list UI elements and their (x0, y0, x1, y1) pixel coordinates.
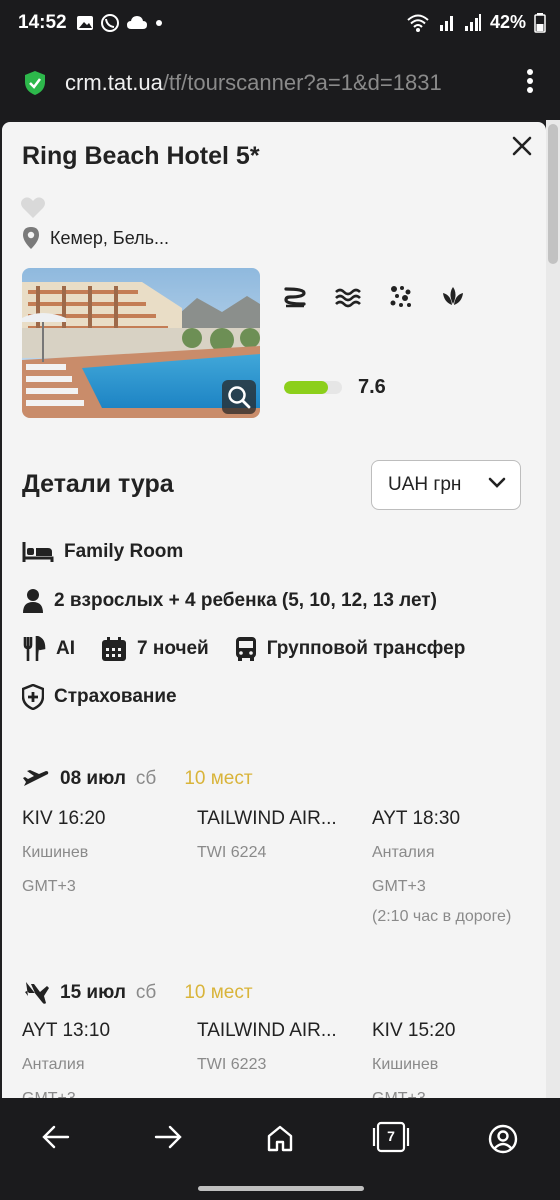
arrival-time: AYT 18:30 (372, 808, 461, 829)
zoom-button[interactable] (222, 380, 256, 414)
account-icon[interactable] (488, 1124, 518, 1154)
meal-type: AI (56, 638, 75, 659)
tabs-count: 7 (387, 1128, 395, 1144)
flight-date: 08 июл (60, 768, 126, 789)
status-time: 14:52 (18, 12, 67, 33)
url-host: crm.tat.ua (65, 70, 163, 95)
airline-name: TAILWIND AIR... (197, 1020, 337, 1041)
currency-value: UAH грн (388, 474, 462, 495)
browser-bottom-bar: 7 (0, 1098, 560, 1200)
departure-city: Кишинев (22, 844, 89, 861)
departure-time: AYT 13:10 (22, 1020, 111, 1041)
battery-icon (534, 12, 546, 33)
insurance-text: Страхование (54, 686, 177, 707)
notification-icons (76, 13, 164, 33)
secure-shield-icon[interactable] (24, 70, 46, 96)
departure-city: Анталия (22, 1056, 85, 1073)
signal-icon (464, 13, 481, 31)
nights-item: 7 ночей (101, 636, 209, 662)
dot-icon (156, 20, 162, 26)
nights-count: 7 ночей (137, 638, 209, 659)
insurance-row: Страхование (22, 684, 177, 710)
battery-percent: 42% (489, 12, 526, 32)
arrival-timezone: GMT+3 (372, 1090, 426, 1098)
more-vert-icon[interactable] (526, 68, 534, 94)
person-icon (23, 589, 43, 613)
utensils-icon (23, 636, 46, 661)
shield-plus-icon (22, 684, 44, 710)
gesture-home-indicator[interactable] (198, 1186, 364, 1191)
guests-text: 2 взрослых + 4 ребенка (5, 10, 12, 13 ле… (54, 590, 437, 611)
transfer-item: Групповой трансфер (235, 636, 466, 662)
meal-item: AI (22, 636, 75, 662)
bus-icon (235, 637, 256, 661)
gallery-icon (77, 16, 93, 30)
cloud-icon (127, 16, 147, 29)
back-arrow-icon[interactable] (42, 1124, 70, 1150)
tabs-button[interactable]: 7 (372, 1120, 410, 1154)
tour-features-row: AI 7 ночей Групповой трансфер (22, 636, 465, 662)
room-type: Family Room (64, 541, 184, 562)
room-row: Family Room (22, 540, 183, 564)
calendar-icon (102, 637, 126, 661)
arrival-time: KIV 15:20 (372, 1020, 456, 1041)
hotel-modal: Ring Beach Hotel 5* Кемер, Бель... 7.6 Д… (2, 122, 546, 1098)
flight-seats: 10 мест (184, 768, 253, 789)
departure-timezone: GMT+3 (22, 1090, 76, 1098)
plane-departure-icon (23, 770, 49, 786)
flight-outbound-header: 08 июл сб 10 мест (22, 768, 253, 790)
favorite-heart-icon[interactable] (20, 196, 46, 220)
forward-arrow-icon[interactable] (154, 1124, 182, 1150)
flight-duration: (2:10 час в дороге) (372, 908, 512, 925)
waterslide-icon (284, 287, 306, 308)
currency-select[interactable]: UAH грн (371, 460, 521, 510)
signal-r-icon (439, 15, 453, 31)
departure-time: KIV 16:20 (22, 808, 106, 829)
chevron-down-icon (488, 477, 506, 488)
hotel-photo[interactable] (22, 268, 260, 418)
airline-name: TAILWIND AIR... (197, 808, 337, 829)
rating-value: 7.6 (358, 376, 386, 398)
search-icon (228, 386, 251, 409)
close-icon[interactable] (508, 132, 536, 160)
arrival-city: Кишинев (372, 1056, 439, 1073)
status-bar: 14:52 42% (0, 0, 560, 50)
arrival-city: Анталия (372, 844, 435, 861)
browser-url-bar[interactable]: crm.tat.ua/tf/tourscanner?a=1&d=1831 (0, 50, 560, 120)
guests-row: 2 взрослых + 4 ребенка (5, 10, 12, 13 ле… (22, 588, 437, 614)
scrollbar-thumb[interactable] (548, 124, 558, 264)
transfer-type: Групповой трансфер (266, 638, 466, 659)
hotel-location: Кемер, Бель... (22, 226, 169, 250)
departure-timezone: GMT+3 (22, 878, 76, 895)
flight-weekday: сб (135, 982, 157, 1003)
wifi-icon (407, 14, 429, 32)
tour-details-title: Детали тура (22, 470, 174, 498)
lotus-icon (443, 287, 463, 305)
page-scrollbar[interactable] (546, 120, 560, 1098)
url-path: /tf/tourscanner?a=1&d=1831 (162, 70, 442, 95)
bed-icon (22, 542, 54, 562)
map-pin-icon (23, 227, 39, 249)
flight-return-header: 15 июл сб 10 мест (22, 980, 253, 1006)
page-viewport: Ring Beach Hotel 5* Кемер, Бель... 7.6 Д… (0, 120, 560, 1098)
hotel-rating: 7.6 (284, 376, 386, 399)
bubbles-icon (390, 286, 411, 307)
amenities-list (282, 284, 466, 310)
hotel-title: Ring Beach Hotel 5* (22, 142, 260, 170)
rating-bar-fill (284, 381, 329, 394)
waves-icon (335, 288, 361, 308)
home-icon[interactable] (266, 1124, 294, 1152)
rating-bar (284, 381, 342, 394)
url-field[interactable]: crm.tat.ua/tf/tourscanner?a=1&d=1831 (65, 70, 495, 96)
flight-number: TWI 6223 (197, 1056, 267, 1073)
viber-icon (101, 14, 119, 32)
arrival-timezone: GMT+3 (372, 878, 426, 895)
flight-date: 15 июл (60, 982, 126, 1003)
flight-weekday: сб (135, 768, 157, 789)
location-text: Кемер, Бель... (50, 227, 170, 248)
plane-landing-icon (25, 982, 49, 1004)
flight-number: TWI 6224 (197, 844, 267, 861)
flight-seats: 10 мест (184, 982, 253, 1003)
system-icons: 42% (406, 12, 546, 33)
